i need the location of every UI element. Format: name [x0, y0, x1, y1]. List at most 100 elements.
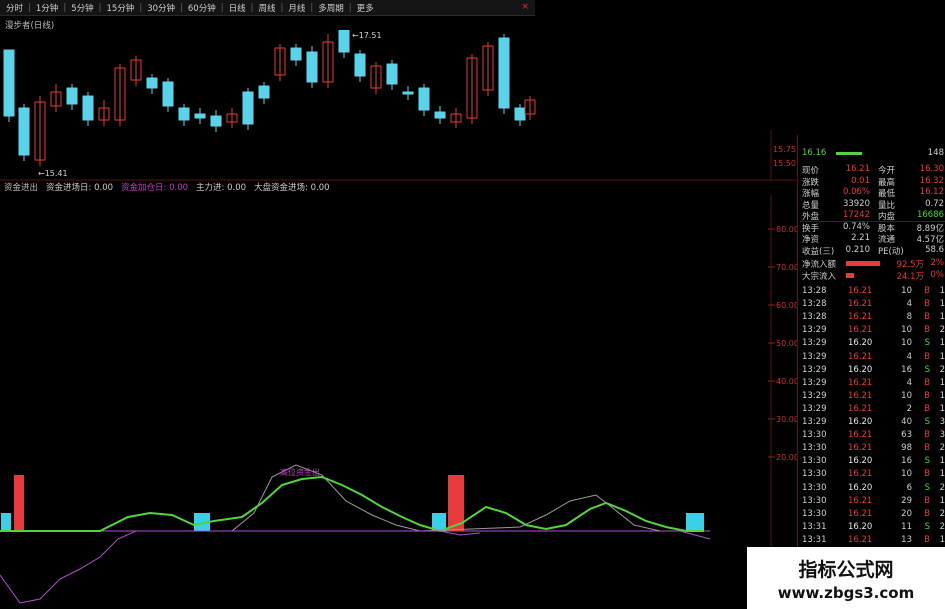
trade-side: B: [924, 286, 930, 296]
trade-time: 13:29: [802, 417, 827, 427]
trade-volume: 13: [901, 534, 912, 545]
trade-volume: 98: [901, 443, 912, 454]
quote-label: PE(动): [878, 246, 904, 257]
quote-label: 收益(三): [802, 246, 835, 257]
trade-count: 1: [939, 469, 945, 480]
current-price-small: 16.16: [802, 148, 827, 158]
toolbar-item-3[interactable]: 15分钟: [106, 2, 134, 14]
toolbar-separator: |: [180, 2, 183, 13]
trade-count: 3: [939, 417, 945, 427]
quote-value: 0.72: [925, 198, 944, 209]
trade-price: 16.21: [848, 508, 873, 519]
toolbar-item-9[interactable]: 多周期: [318, 2, 344, 14]
candle-body: [386, 63, 398, 85]
toolbar-item-2[interactable]: 5分钟: [71, 2, 93, 14]
trade-time: 13:30: [802, 495, 827, 506]
trade-time: 13:29: [802, 403, 827, 414]
trade-side: S: [924, 364, 930, 375]
trade-price: 16.21: [848, 534, 873, 545]
trade-side: B: [924, 299, 930, 310]
price-scale-label: 15.50: [773, 159, 796, 168]
candle-body: [354, 53, 366, 77]
quote-value: 0.06%: [842, 187, 870, 197]
quote-label: 最高: [878, 177, 896, 188]
toolbar-item-6[interactable]: 日线: [229, 2, 246, 14]
toolbar-item-4[interactable]: 30分钟: [147, 2, 175, 14]
indicator-chart[interactable]: 80.00 70.00 60.00 50.00 40.00 30.00 20.00 高位资金出: [0, 195, 797, 609]
trade-row: 13:29 16.21 10 B 2: [800, 325, 945, 336]
watermark-url: www.zbgs3.com: [777, 583, 915, 602]
quote-row: 净资 2.21 流通 4.57亿: [800, 233, 945, 245]
trade-count: 2: [939, 325, 945, 336]
trade-count: 2: [939, 443, 945, 454]
trade-count: 1: [939, 456, 945, 467]
trade-count: 1: [939, 495, 945, 506]
trade-volume: 4: [906, 299, 912, 310]
trade-row: 13:30 16.20 6 S 2: [800, 483, 945, 494]
quote-row: 外盘 17242 内盘 16686: [800, 210, 945, 222]
trade-price: 16.20: [848, 417, 873, 427]
quote-label: 现价: [802, 166, 820, 176]
candle-body: [498, 37, 510, 109]
trade-time: 13:28: [802, 312, 827, 323]
toolbar-item-7[interactable]: 周线: [258, 2, 275, 14]
toolbar-item-8[interactable]: 月线: [288, 2, 305, 14]
trade-price: 16.21: [848, 325, 873, 336]
trade-price: 16.20: [848, 456, 873, 467]
toolbar-item-10[interactable]: 更多: [357, 2, 374, 14]
candlestick-chart[interactable]: ←17.51 ←15.41 15.75 15.50: [0, 30, 800, 182]
trade-time: 13:29: [802, 325, 827, 336]
quote-value: 0.74%: [842, 221, 870, 232]
flow-bar: [846, 272, 854, 278]
toolbar-separator: |: [310, 2, 314, 13]
indicator-annotation: 高位资金出: [280, 467, 320, 477]
trade-time: 13:31: [802, 521, 827, 532]
trade-volume: 10: [901, 390, 912, 401]
candle-body: [514, 107, 526, 121]
candle-body: [82, 95, 94, 121]
trade-volume: 40: [901, 417, 912, 427]
trade-volume: 10: [901, 325, 912, 336]
close-icon[interactable]: ×: [521, 2, 529, 12]
price-scale-label: 15.75: [773, 145, 796, 154]
candle-body: [402, 91, 414, 95]
toolbar-item-1[interactable]: 1分钟: [36, 2, 58, 14]
quote-value: 4.57亿: [916, 235, 944, 245]
quote-row: 总量 33920 量比 0.72: [800, 198, 945, 211]
toolbar-item-0[interactable]: 分时: [6, 2, 23, 14]
trade-count: 3: [939, 430, 945, 441]
toolbar-item-5[interactable]: 60分钟: [188, 2, 216, 14]
trade-volume: 16: [901, 456, 912, 467]
quote-label: 总量: [802, 200, 820, 211]
flow-label: 大宗流入: [802, 271, 837, 282]
trade-volume: 11: [901, 521, 912, 532]
trade-volume: 63: [901, 430, 912, 441]
candle-body: [210, 115, 222, 127]
toolbar-separator: |: [348, 2, 352, 13]
trade-price: 16.21: [848, 299, 873, 310]
trade-price: 16.21: [848, 377, 873, 388]
quote-value: 33920: [842, 198, 870, 209]
quote-value: 0.210: [845, 244, 870, 255]
site-watermark: 指标公式网 www.zbgs3.com: [747, 547, 945, 609]
candle-body: [418, 87, 430, 111]
indicator-label-3: 主力进: 0.00: [196, 183, 247, 193]
flow-pct: 2%: [930, 258, 945, 268]
trade-price: 16.21: [848, 495, 873, 506]
candle-body: [146, 77, 158, 89]
trade-price: 16.20: [848, 338, 873, 349]
quote-label: 最低: [878, 189, 896, 199]
quote-label: 量比: [878, 200, 896, 211]
violet-line: [0, 530, 481, 604]
trade-volume: 10: [901, 469, 912, 480]
trade-time: 13:28: [802, 299, 827, 310]
trade-row: 13:30 16.21 20 B 2: [800, 509, 945, 520]
trade-side: B: [924, 443, 930, 454]
trade-row: 13:30 16.21 10 B 1: [800, 469, 945, 480]
trade-count: 1: [939, 390, 945, 401]
indicator-header: 资金进出 资金进场日: 0.00 资金加仓日: 0.00 主力进: 0.00 大盘资金进…: [4, 181, 330, 193]
high-price-label: ←17.51: [352, 31, 382, 40]
top-row-right: 148: [927, 148, 944, 158]
quote-value: 16.12: [919, 187, 944, 197]
trade-side: B: [924, 377, 930, 388]
